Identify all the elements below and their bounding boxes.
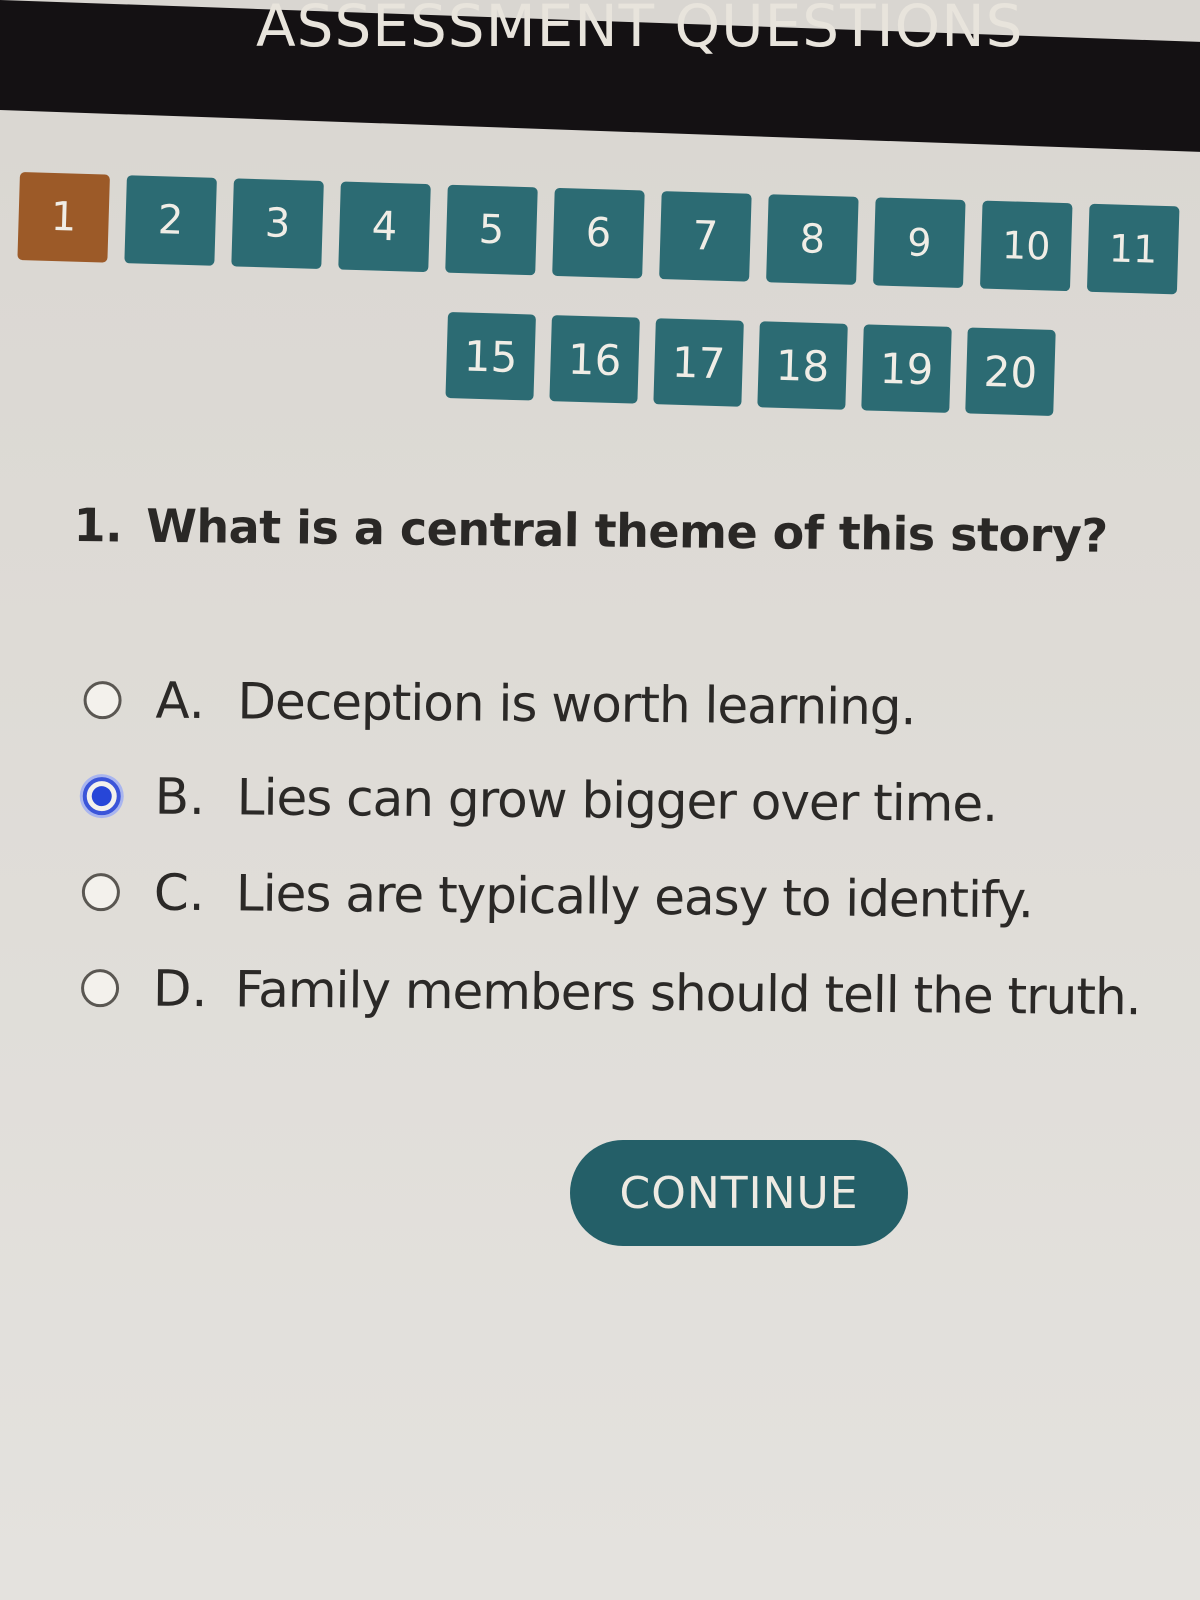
page-title: ASSESSMENT QUESTIONS [256,0,1024,60]
question-nav-button-17[interactable]: 17 [653,318,744,407]
option-letter: A. [155,671,206,731]
question-text: What is a central theme of this story? [145,498,1108,563]
radio-button-b-selected[interactable] [82,776,121,816]
question-nav-button-3[interactable]: 3 [231,178,324,269]
answer-option-b[interactable]: B. Lies can grow bigger over time. [82,748,1142,853]
option-letter: D. [152,959,208,1019]
radio-button-d[interactable] [80,968,120,1008]
option-text: Lies are typically easy to identify. [235,864,1034,930]
option-letter: C. [153,863,205,923]
question-nav-button-19[interactable]: 19 [861,324,952,413]
question-nav-button-18[interactable]: 18 [757,321,848,410]
radio-button-a[interactable] [83,680,122,720]
answer-option-a[interactable]: A. Deception is worth learning. [83,652,1143,757]
question-nav-button-15[interactable]: 15 [445,312,536,401]
question-nav-button-2[interactable]: 2 [124,175,217,266]
question-nav-button-1[interactable]: 1 [17,172,110,263]
option-letter: B. [154,767,206,827]
question-nav-button-7[interactable]: 7 [659,191,752,282]
answer-option-d[interactable]: D. Family members should tell the truth. [80,940,1141,1045]
question-nav-button-20[interactable]: 20 [965,327,1056,416]
option-text: Family members should tell the truth. [234,960,1141,1027]
continue-button[interactable]: CONTINUE [570,1140,908,1246]
option-text: Lies can grow bigger over time. [236,768,998,833]
question-nav-button-8[interactable]: 8 [766,194,859,285]
question-prompt: 1. What is a central theme of this story? [73,498,1107,563]
question-number: 1. [73,498,123,553]
answer-option-c[interactable]: C. Lies are typically easy to identify. [81,844,1141,949]
question-nav-button-4[interactable]: 4 [338,181,431,273]
question-nav-row-1: 1 2 3 4 5 6 7 8 9 10 11 [17,172,1196,295]
answer-options: A. Deception is worth learning. B. Lies … [80,652,1144,1045]
question-nav-button-6[interactable]: 6 [552,187,645,279]
question-nav-button-9[interactable]: 9 [873,197,966,289]
question-nav-button-5[interactable]: 5 [445,184,538,276]
question-nav-button-16[interactable]: 16 [549,315,640,404]
question-nav-button-11[interactable]: 11 [1086,203,1180,295]
radio-button-c[interactable] [81,872,121,912]
option-text: Deception is worth learning. [237,672,916,737]
question-nav-row-2: 15 16 17 18 19 20 [445,312,1071,416]
question-nav-button-10[interactable]: 10 [979,200,1073,292]
